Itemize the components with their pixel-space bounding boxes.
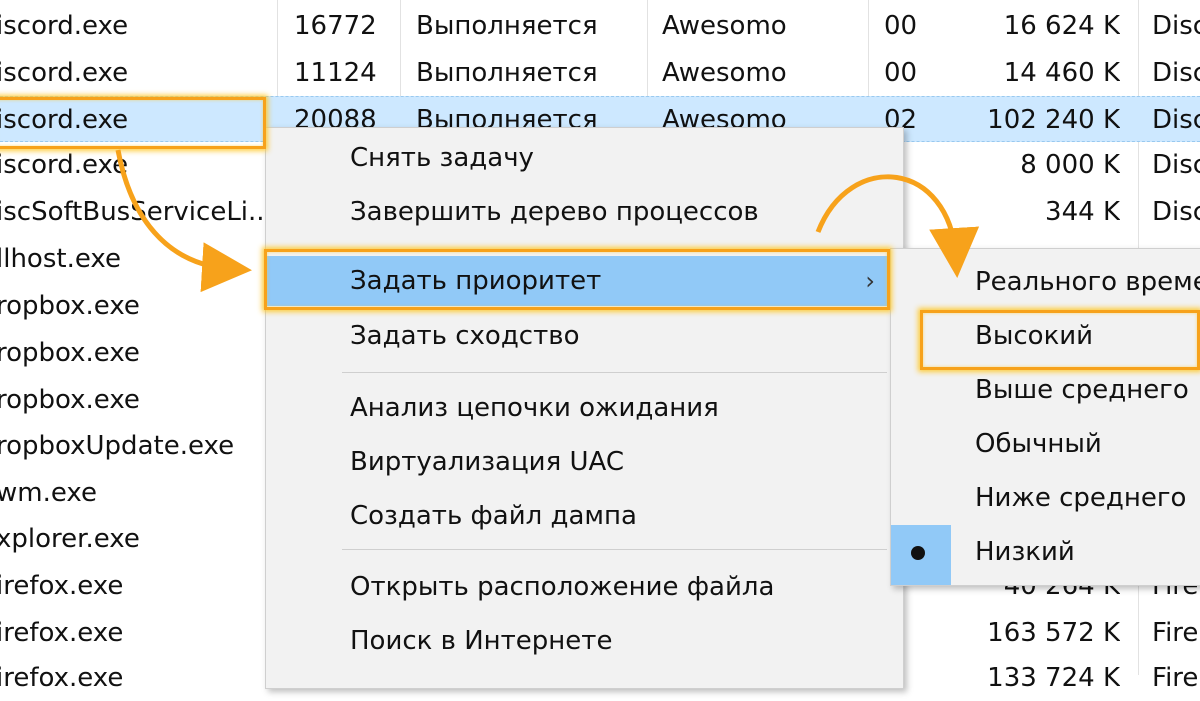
arrow-to-set-priority [115,149,252,293]
annotation-arrows [115,149,980,293]
arrow-to-submenu [815,174,980,278]
